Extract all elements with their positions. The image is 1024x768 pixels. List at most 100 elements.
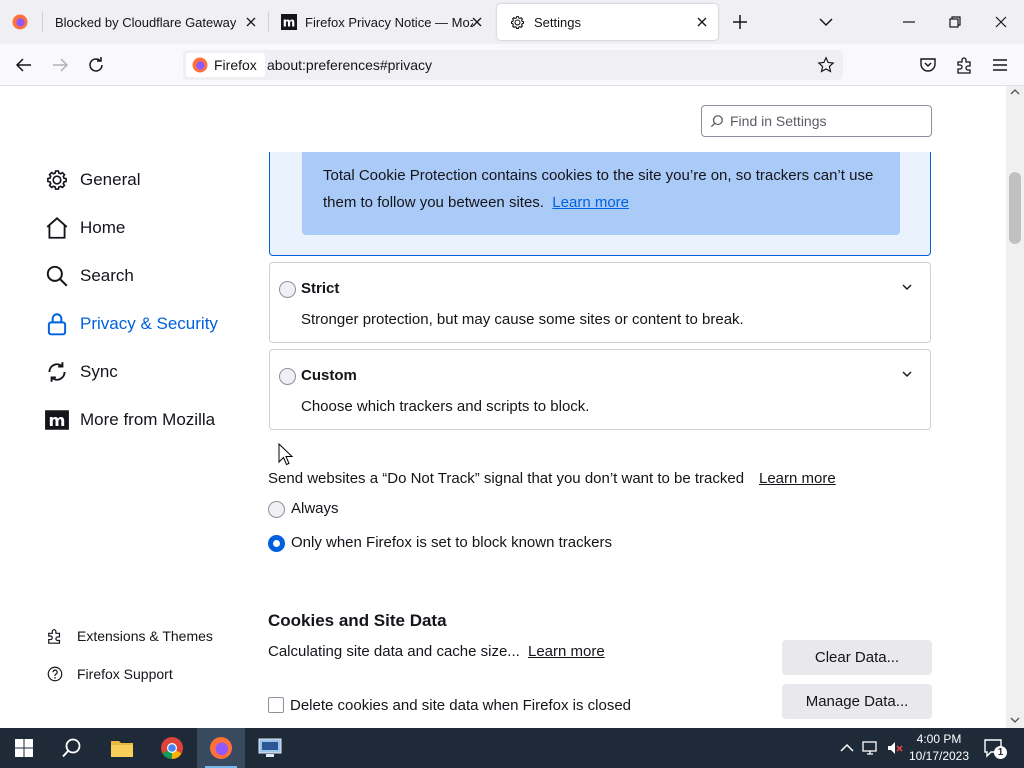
settings-page: General Home Search Privacy & Security S… bbox=[0, 86, 1006, 728]
close-icon[interactable] bbox=[991, 12, 1011, 32]
volume-muted-icon[interactable] bbox=[885, 738, 905, 758]
firefox-taskbar-button[interactable] bbox=[197, 728, 245, 768]
clear-data-button[interactable]: Clear Data... bbox=[782, 640, 932, 675]
strict-protection-card[interactable]: Strict Stronger protection, but may caus… bbox=[269, 262, 931, 343]
mozilla-m-icon: m bbox=[45, 410, 69, 430]
footer-label: Firefox Support bbox=[77, 666, 173, 682]
search-icon bbox=[46, 265, 68, 287]
gear-icon bbox=[511, 15, 524, 29]
close-icon[interactable] bbox=[694, 14, 710, 30]
url-bar[interactable]: Firefox about:preferences#privacy bbox=[183, 50, 843, 80]
tab-settings[interactable]: Settings bbox=[497, 4, 718, 40]
gear-icon bbox=[47, 170, 67, 190]
category-home[interactable]: Home bbox=[44, 210, 244, 246]
notification-center-button[interactable]: 1 bbox=[983, 738, 1007, 759]
firefox-view-button[interactable] bbox=[0, 0, 42, 44]
url-text[interactable]: about:preferences#privacy bbox=[267, 57, 432, 73]
extensions-themes-link[interactable]: Extensions & Themes bbox=[46, 627, 213, 645]
chevron-down-icon[interactable] bbox=[900, 367, 914, 381]
category-label: More from Mozilla bbox=[80, 410, 216, 429]
svg-text:m: m bbox=[283, 16, 296, 30]
start-button[interactable] bbox=[0, 728, 48, 768]
category-sync[interactable]: Sync bbox=[44, 354, 244, 390]
reload-icon[interactable] bbox=[86, 55, 106, 75]
folder-icon bbox=[111, 741, 133, 757]
firefox-icon bbox=[12, 14, 28, 30]
tab-cloudflare[interactable]: Blocked by Cloudflare Gateway bbox=[43, 0, 267, 44]
tcp-learn-more-link[interactable]: Learn more bbox=[552, 194, 629, 211]
scrollbar-thumb[interactable] bbox=[1009, 172, 1021, 244]
back-arrow-icon[interactable] bbox=[14, 55, 34, 75]
scroll-down-arrow-icon[interactable] bbox=[1010, 716, 1020, 724]
file-explorer-button[interactable] bbox=[98, 728, 146, 768]
custom-description: Choose which trackers and scripts to blo… bbox=[301, 398, 590, 415]
dnt-always-label[interactable]: Always bbox=[291, 500, 339, 517]
sync-icon bbox=[48, 362, 66, 382]
remote-desktop-button[interactable] bbox=[246, 728, 294, 768]
chevron-down-icon[interactable] bbox=[816, 12, 836, 32]
taskbar-clock[interactable]: 4:00 PM 10/17/2023 bbox=[908, 731, 970, 765]
dnt-always-radio[interactable] bbox=[268, 501, 285, 518]
find-in-settings-input[interactable] bbox=[728, 111, 924, 131]
site-data-status: Calculating site data and cache size... bbox=[268, 643, 520, 660]
extensions-icon[interactable] bbox=[954, 55, 974, 75]
category-more-from-mozilla[interactable]: m More from Mozilla bbox=[44, 402, 244, 438]
category-general[interactable]: General bbox=[44, 162, 244, 198]
find-in-settings-field[interactable] bbox=[701, 105, 932, 137]
dnt-label: Send websites a “Do Not Track” signal th… bbox=[268, 470, 745, 487]
close-icon[interactable] bbox=[469, 14, 485, 30]
windows-taskbar: 4:00 PM 10/17/2023 1 bbox=[0, 728, 1024, 768]
clock-date: 10/17/2023 bbox=[908, 749, 970, 763]
pocket-icon[interactable] bbox=[918, 55, 938, 75]
tab-privacy-notice[interactable]: m Firefox Privacy Notice — Mozill bbox=[269, 0, 493, 44]
mouse-pointer-icon bbox=[278, 443, 294, 466]
hamburger-menu-icon[interactable] bbox=[990, 55, 1010, 75]
category-label: Search bbox=[80, 266, 134, 285]
tab-title: Settings bbox=[534, 14, 581, 30]
chevron-up-icon[interactable] bbox=[837, 738, 857, 758]
taskbar-search-button[interactable] bbox=[48, 728, 96, 768]
strict-radio[interactable] bbox=[279, 281, 296, 298]
network-icon[interactable] bbox=[861, 738, 881, 758]
dnt-learn-more-link[interactable]: Learn more bbox=[759, 470, 836, 487]
bookmark-star-icon[interactable] bbox=[817, 56, 835, 74]
scroll-up-arrow-icon[interactable] bbox=[1010, 88, 1020, 96]
custom-protection-card[interactable]: Custom Choose which trackers and scripts… bbox=[269, 349, 931, 430]
category-label: Sync bbox=[80, 362, 118, 381]
svg-text:m: m bbox=[49, 411, 66, 430]
custom-radio[interactable] bbox=[279, 368, 296, 385]
search-icon bbox=[62, 738, 81, 758]
navigation-toolbar: Firefox about:preferences#privacy bbox=[0, 44, 1024, 86]
strict-description: Stronger protection, but may cause some … bbox=[301, 311, 744, 328]
chevron-down-icon[interactable] bbox=[900, 280, 914, 294]
category-label: Home bbox=[80, 218, 126, 237]
notification-count-badge: 1 bbox=[994, 746, 1007, 759]
mozilla-m-icon: m bbox=[281, 14, 297, 30]
delete-cookies-checkbox[interactable] bbox=[268, 697, 284, 713]
identity-label: Firefox bbox=[214, 57, 257, 73]
home-icon bbox=[46, 217, 68, 239]
firefox-icon bbox=[192, 57, 208, 73]
tab-title: Blocked by Cloudflare Gateway bbox=[55, 14, 237, 30]
category-label: General bbox=[80, 170, 141, 189]
manage-data-button[interactable]: Manage Data... bbox=[782, 684, 932, 719]
category-search[interactable]: Search bbox=[44, 258, 244, 294]
dnt-only-when-blocking-radio[interactable] bbox=[268, 535, 285, 552]
new-tab-plus-icon[interactable] bbox=[730, 12, 750, 32]
cookies-learn-more-link[interactable]: Learn more bbox=[528, 643, 605, 660]
category-privacy-security[interactable]: Privacy & Security bbox=[44, 306, 244, 342]
chrome-button[interactable] bbox=[148, 728, 196, 768]
forward-arrow-icon[interactable] bbox=[50, 55, 70, 75]
minimize-icon[interactable] bbox=[899, 12, 919, 32]
cookies-heading: Cookies and Site Data bbox=[268, 611, 447, 630]
search-icon bbox=[710, 115, 723, 128]
identity-box[interactable]: Firefox bbox=[186, 53, 265, 77]
delete-cookies-label[interactable]: Delete cookies and site data when Firefo… bbox=[290, 697, 631, 714]
close-icon[interactable] bbox=[243, 14, 259, 30]
dnt-only-when-blocking-label[interactable]: Only when Firefox is set to block known … bbox=[291, 534, 612, 551]
clock-time: 4:00 PM bbox=[916, 732, 962, 746]
page-scrollbar[interactable] bbox=[1006, 86, 1024, 728]
firefox-support-link[interactable]: Firefox Support bbox=[46, 665, 173, 683]
restore-icon[interactable] bbox=[945, 12, 965, 32]
footer-label: Extensions & Themes bbox=[77, 628, 213, 644]
